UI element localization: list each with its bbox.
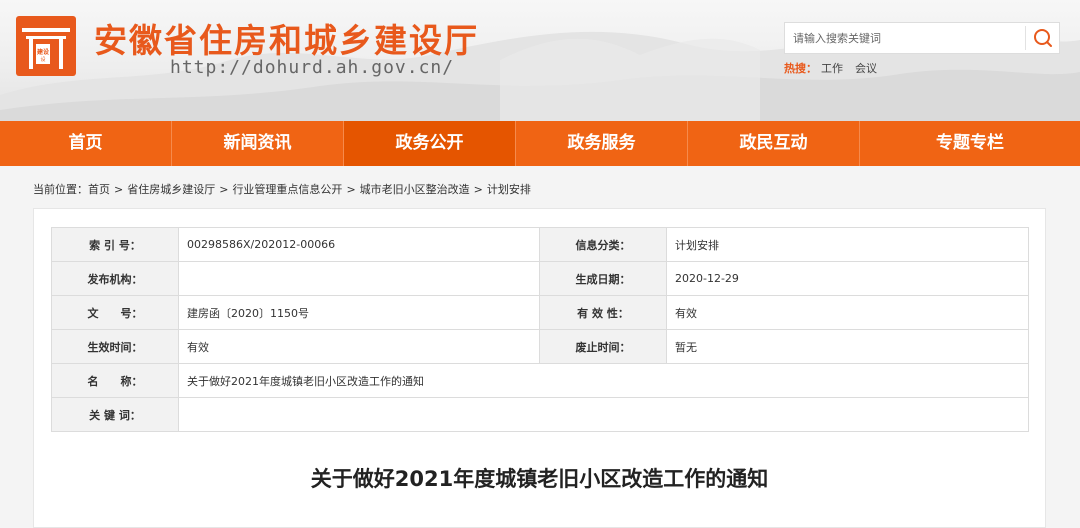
table-row: 索 引 号： 00298586X/202012-00066 信息分类： 计划安排 <box>51 227 1029 262</box>
main-nav: 首页 新闻资讯 政务公开 政务服务 政民互动 专题专栏 <box>0 121 1080 166</box>
breadcrumb-separator: > <box>114 183 124 196</box>
nav-item-interaction[interactable]: 政民互动 <box>688 121 860 166</box>
breadcrumb-item-renovation[interactable]: 城市老旧小区整治改造 <box>360 183 470 196</box>
hot-search: 热搜： 工作 会议 <box>784 60 877 76</box>
svg-text:设: 设 <box>40 56 45 63</box>
validity-label: 有 效 性： <box>539 295 667 330</box>
nav-item-government-affairs[interactable]: 政务公开 <box>344 121 516 166</box>
site-title: 安徽省住房和城乡建设厅 <box>94 21 479 60</box>
article-panel: 索 引 号： 00298586X/202012-00066 信息分类： 计划安排… <box>33 208 1046 528</box>
nav-item-news[interactable]: 新闻资讯 <box>172 121 344 166</box>
breadcrumb-item-department[interactable]: 省住房城乡建设厅 <box>127 183 215 196</box>
document-title: 关于做好2021年度城镇老旧小区改造工作的通知 <box>310 467 769 491</box>
breadcrumb-label: 当前位置： <box>33 183 88 196</box>
index-number-value: 00298586X/202012-00066 <box>178 227 540 262</box>
hot-search-label: 热搜： <box>784 62 817 75</box>
date-value: 2020-12-29 <box>666 261 1029 296</box>
doc-name-value: 关于做好2021年度城镇老旧小区改造工作的通知 <box>178 363 1029 398</box>
breadcrumb-separator: > <box>346 183 356 196</box>
table-row: 关 键 词： <box>51 397 1029 432</box>
breadcrumb-item-plan[interactable]: 计划安排 <box>487 183 531 196</box>
breadcrumb-item-home[interactable]: 首页 <box>88 183 110 196</box>
nav-item-services[interactable]: 政务服务 <box>516 121 688 166</box>
expiry-date-label: 废止时间： <box>539 329 667 364</box>
validity-value: 有效 <box>666 295 1029 330</box>
search-input[interactable] <box>785 23 1025 53</box>
hot-search-item-work[interactable]: 工作 <box>821 62 843 75</box>
breadcrumb-item-industry-info[interactable]: 行业管理重点信息公开 <box>232 183 342 196</box>
table-row: 文 号： 建房函〔2020〕1150号 有 效 性： 有效 <box>51 295 1029 330</box>
nav-item-home[interactable]: 首页 <box>0 121 172 166</box>
gate-logo-icon: 建设 设 <box>22 28 70 69</box>
publisher-value <box>178 261 540 296</box>
doc-name-label: 名 称： <box>51 363 179 398</box>
table-row: 名 称： 关于做好2021年度城镇老旧小区改造工作的通知 <box>51 363 1029 398</box>
category-value: 计划安排 <box>666 227 1029 262</box>
site-header: 建设 设 安徽省住房和城乡建设厅 http://dohurd.ah.gov.cn… <box>0 0 1080 121</box>
breadcrumb-separator: > <box>473 183 483 196</box>
nav-item-topics[interactable]: 专题专栏 <box>860 121 1080 166</box>
hot-search-item-meeting[interactable]: 会议 <box>855 62 877 75</box>
search-icon <box>1034 29 1052 47</box>
breadcrumb-separator: > <box>219 183 229 196</box>
expiry-date-value: 暂无 <box>666 329 1029 364</box>
keywords-label: 关 键 词： <box>51 397 179 432</box>
site-url: http://dohurd.ah.gov.cn/ <box>170 57 455 78</box>
keywords-value <box>178 397 1029 432</box>
doc-number-value: 建房函〔2020〕1150号 <box>178 295 540 330</box>
table-row: 发布机构： 生成日期： 2020-12-29 <box>51 261 1029 296</box>
date-label: 生成日期： <box>539 261 667 296</box>
table-row: 生效时间： 有效 废止时间： 暂无 <box>51 329 1029 364</box>
doc-number-label: 文 号： <box>51 295 179 330</box>
effective-date-label: 生效时间： <box>51 329 179 364</box>
search-button[interactable] <box>1025 26 1059 50</box>
category-label: 信息分类： <box>539 227 667 262</box>
index-number-label: 索 引 号： <box>51 227 179 262</box>
search-box <box>784 22 1060 54</box>
effective-date-value: 有效 <box>178 329 540 364</box>
breadcrumb: 当前位置：首页 > 省住房城乡建设厅 > 行业管理重点信息公开 > 城市老旧小区整治改造 > 计… <box>33 181 531 197</box>
document-meta-table: 索 引 号： 00298586X/202012-00066 信息分类： 计划安排… <box>51 227 1029 432</box>
publisher-label: 发布机构： <box>51 261 179 296</box>
logo-seal-text: 建设 <box>37 48 49 56</box>
site-logo[interactable]: 建设 设 <box>16 16 76 76</box>
